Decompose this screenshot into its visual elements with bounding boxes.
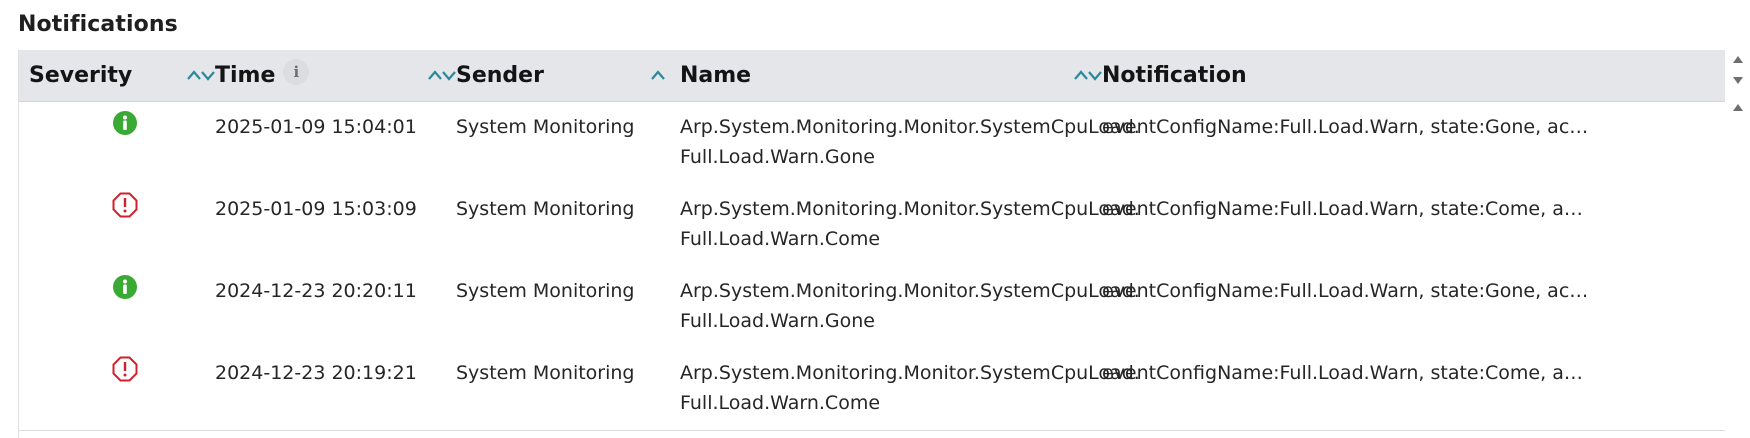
sender-cell: System Monitoring (456, 116, 635, 138)
column-header-severity[interactable]: Severity (29, 50, 132, 101)
column-header-name[interactable]: Name (680, 50, 751, 101)
time-cell: 2025-01-09 15:03:09 (215, 198, 417, 220)
time-cell: 2024-12-23 20:20:11 (215, 280, 417, 302)
sort-both-icon[interactable] (1073, 62, 1103, 88)
info-severity-icon (112, 274, 138, 300)
column-header-notification[interactable]: Notification (1102, 50, 1247, 101)
sender-cell: System Monitoring (456, 362, 635, 384)
sender-cell: System Monitoring (456, 198, 635, 220)
sender-cell: System Monitoring (456, 280, 635, 302)
sort-both-icon[interactable] (186, 62, 216, 88)
name-cell: Arp.System.Monitoring.Monitor.SystemCpuL… (680, 116, 1140, 168)
time-cell: 2024-12-23 20:19:21 (215, 362, 417, 384)
column-header-sender[interactable]: Sender (456, 50, 544, 101)
column-label-sender: Sender (456, 63, 544, 88)
info-severity-icon (112, 110, 138, 136)
name-cell: Arp.System.Monitoring.Monitor.SystemCpuL… (680, 362, 1140, 414)
notification-cell: eventConfigName:Full.Load.Warn, state:Go… (1102, 116, 1592, 138)
column-header-time[interactable]: Time i (215, 50, 310, 101)
notification-cell: eventConfigName:Full.Load.Warn, state:Go… (1102, 280, 1592, 302)
name-cell: Arp.System.Monitoring.Monitor.SystemCpuL… (680, 280, 1140, 332)
column-label-severity: Severity (29, 63, 133, 88)
sort-ascending-icon[interactable] (650, 62, 666, 88)
column-label-time: Time (215, 63, 276, 88)
table-row[interactable]: 2024-12-23 20:20:11 System Monitoring Arp.… (19, 266, 1725, 349)
table-row[interactable]: 2024-12-23 20:19:21 System Monitoring Arp.… (19, 348, 1725, 431)
error-severity-icon (112, 356, 138, 382)
notifications-table: Severity Time i Sender Name Notification… (18, 50, 1725, 438)
name-cell: Arp.System.Monitoring.Monitor.SystemCpuL… (680, 198, 1140, 250)
table-row[interactable]: 2025-01-09 15:03:09 System Monitoring Arp.… (19, 184, 1725, 267)
page-title: Notifications (18, 12, 178, 37)
notifications-page: Notifications Severity Time i Sender Nam… (0, 0, 1750, 438)
table-row[interactable]: 2025-01-09 15:04:01 System Monitoring Arp.… (19, 102, 1725, 185)
table-header: Severity Time i Sender Name Notification (19, 50, 1725, 102)
column-label-notification: Notification (1102, 63, 1247, 88)
scroll-up-icon[interactable] (1730, 50, 1746, 68)
notification-cell: eventConfigName:Full.Load.Warn, state:Co… (1102, 362, 1592, 384)
column-label-name: Name (680, 63, 752, 88)
vertical-scrollbar[interactable] (1726, 50, 1750, 438)
sort-both-icon[interactable] (427, 62, 457, 88)
time-cell: 2025-01-09 15:04:01 (215, 116, 417, 138)
scroll-top-icon[interactable] (1730, 98, 1746, 116)
notification-cell: eventConfigName:Full.Load.Warn, state:Co… (1102, 198, 1592, 220)
error-severity-icon (112, 192, 138, 218)
scroll-down-icon[interactable] (1730, 72, 1746, 90)
info-icon[interactable]: i (283, 58, 310, 85)
